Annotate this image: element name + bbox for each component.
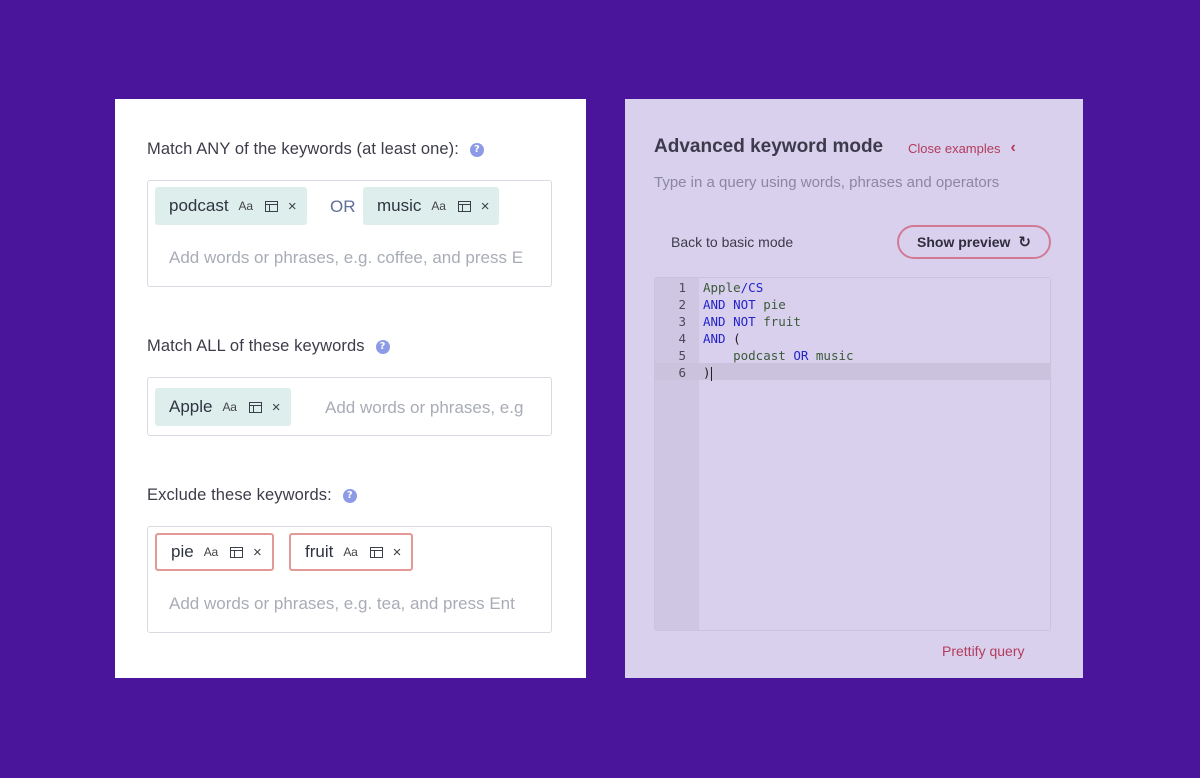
code-text: Apple/CS xyxy=(703,279,763,296)
query-term: podcast xyxy=(703,348,794,363)
code-line[interactable]: 6) xyxy=(655,364,1050,381)
whole-word-icon[interactable] xyxy=(248,401,262,413)
basic-keyword-panel: Match ANY of the keywords (at least one)… xyxy=(115,99,586,678)
query-editor[interactable]: 1 Apple/CS 2 AND NOT pie 3 AND NOT fruit 4 AND … xyxy=(654,277,1051,631)
show-preview-label: Show preview xyxy=(917,234,1011,250)
whole-word-icon[interactable] xyxy=(229,546,243,558)
advanced-title: Advanced keyword mode xyxy=(654,136,884,157)
exclude-chip-fruit[interactable]: fruit Aa × xyxy=(289,533,414,571)
match-case-icon[interactable]: Aa xyxy=(222,400,236,414)
query-term: Apple xyxy=(703,280,741,295)
line-number: 2 xyxy=(678,297,686,312)
keyword-chip-music[interactable]: music Aa × xyxy=(363,187,500,225)
exclude-input[interactable]: Add words or phrases, e.g. tea, and pres… xyxy=(169,594,531,614)
keyword-chip-apple[interactable]: Apple Aa × xyxy=(155,388,291,426)
code-line[interactable]: 2 AND NOT pie xyxy=(655,296,1050,313)
line-number: 1 xyxy=(678,280,686,295)
match-all-input[interactable]: Add words or phrases, e.g xyxy=(325,398,532,418)
chip-label: pie xyxy=(171,542,194,561)
match-any-input[interactable]: Add words or phrases, e.g. coffee, and p… xyxy=(169,248,531,268)
exclude-keyword-box[interactable]: pie Aa × fruit Aa × Add words or phrases… xyxy=(147,526,552,633)
match-case-icon[interactable]: Aa xyxy=(431,199,445,213)
query-term: ) xyxy=(703,365,711,380)
query-term: fruit xyxy=(763,314,801,329)
refresh-icon: ↻ xyxy=(1018,234,1031,251)
code-text: AND NOT pie xyxy=(703,296,786,313)
code-line[interactable]: 5 podcast OR music xyxy=(655,347,1050,364)
match-case-icon[interactable]: Aa xyxy=(239,199,253,213)
close-examples-link[interactable]: Close examples ‹ xyxy=(908,139,1016,157)
code-line[interactable]: 4 AND ( xyxy=(655,330,1050,347)
help-icon[interactable]: ? xyxy=(342,488,357,503)
match-all-label-text: Match ALL of these keywords xyxy=(147,337,365,355)
chip-label: Apple xyxy=(169,397,213,416)
remove-chip-icon[interactable]: × xyxy=(393,544,402,561)
match-case-icon[interactable]: Aa xyxy=(343,545,357,559)
remove-chip-icon[interactable]: × xyxy=(272,399,281,416)
remove-chip-icon[interactable]: × xyxy=(288,198,297,215)
query-operator: /CS xyxy=(740,280,764,295)
keyword-chip-podcast[interactable]: podcast Aa × xyxy=(155,187,307,225)
query-term: ( xyxy=(733,331,741,346)
query-term: music xyxy=(808,348,854,363)
advanced-subtitle: Type in a query using words, phrases and… xyxy=(654,174,1000,191)
query-operator: AND xyxy=(703,331,734,346)
chip-label: fruit xyxy=(305,542,334,561)
exclude-chip-pie[interactable]: pie Aa × xyxy=(155,533,274,571)
remove-chip-icon[interactable]: × xyxy=(481,198,490,215)
back-to-basic-button[interactable]: Back to basic mode xyxy=(671,234,793,250)
text-cursor xyxy=(710,366,712,381)
show-preview-button[interactable]: Show preview ↻ xyxy=(897,225,1051,259)
match-case-icon[interactable]: Aa xyxy=(204,545,218,559)
remove-chip-icon[interactable]: × xyxy=(253,544,262,561)
line-number: 6 xyxy=(678,365,686,380)
whole-word-icon[interactable] xyxy=(369,546,383,558)
match-any-label: Match ANY of the keywords (at least one)… xyxy=(147,140,484,159)
line-number: 3 xyxy=(678,314,686,329)
or-separator: OR xyxy=(330,197,356,216)
query-operator: AND NOT xyxy=(703,297,764,312)
query-operator: AND NOT xyxy=(703,314,764,329)
code-text: ) xyxy=(703,364,712,381)
line-number: 4 xyxy=(678,331,686,346)
whole-word-icon[interactable] xyxy=(264,200,278,212)
chevron-left-icon: ‹ xyxy=(1010,139,1016,156)
code-line[interactable]: 1 Apple/CS xyxy=(655,279,1050,296)
exclude-label: Exclude these keywords: ? xyxy=(147,486,357,505)
match-all-keyword-box[interactable]: Apple Aa × Add words or phrases, e.g xyxy=(147,377,552,436)
help-icon[interactable]: ? xyxy=(469,142,484,157)
match-any-label-text: Match ANY of the keywords (at least one)… xyxy=(147,140,459,158)
match-all-label: Match ALL of these keywords ? xyxy=(147,337,390,356)
advanced-keyword-panel: Advanced keyword mode Close examples ‹ T… xyxy=(625,99,1083,678)
line-number: 5 xyxy=(678,348,686,363)
exclude-label-text: Exclude these keywords: xyxy=(147,486,332,504)
help-icon[interactable]: ? xyxy=(375,339,390,354)
prettify-query-button[interactable]: Prettify query xyxy=(942,643,1024,659)
chip-label: music xyxy=(377,196,422,215)
match-any-keyword-box[interactable]: podcast Aa × OR music Aa × Add words or … xyxy=(147,180,552,287)
close-examples-label: Close examples xyxy=(908,140,1001,156)
code-text: AND ( xyxy=(703,330,741,347)
code-line[interactable]: 3 AND NOT fruit xyxy=(655,313,1050,330)
code-text: AND NOT fruit xyxy=(703,313,801,330)
chip-label: podcast xyxy=(169,196,229,215)
code-text: podcast OR music xyxy=(703,347,854,364)
whole-word-icon[interactable] xyxy=(457,200,471,212)
query-operator: OR xyxy=(793,348,809,363)
query-term: pie xyxy=(763,297,786,312)
